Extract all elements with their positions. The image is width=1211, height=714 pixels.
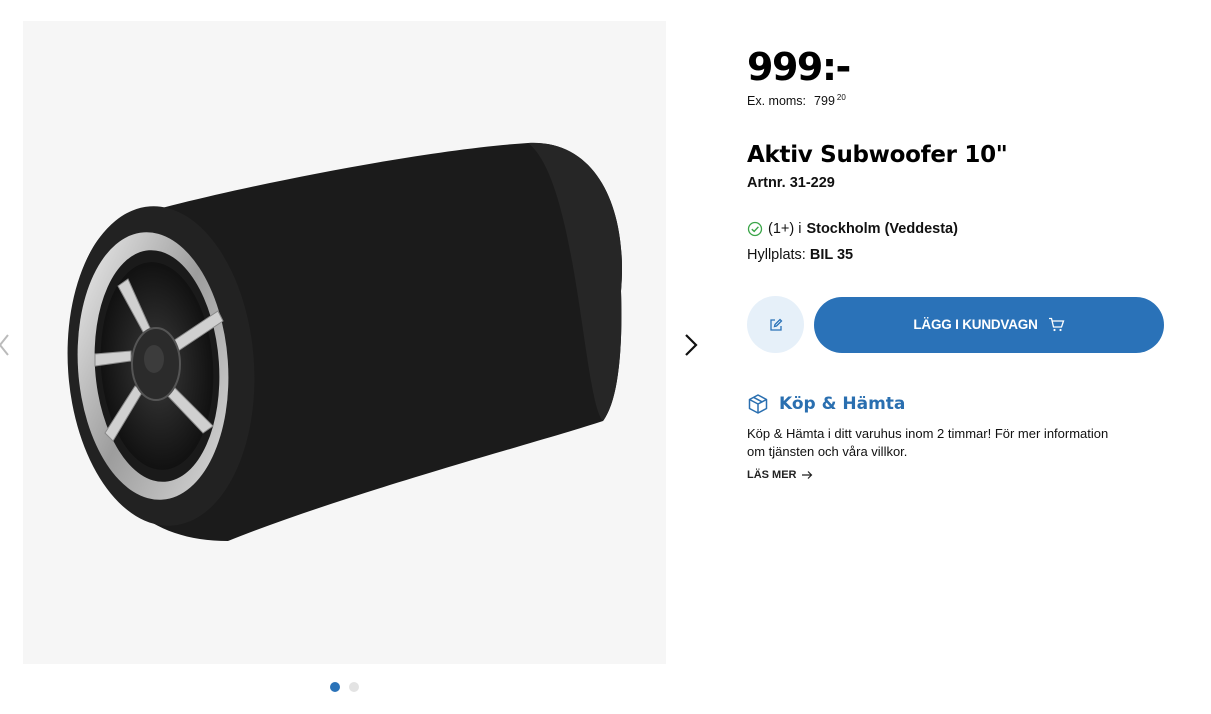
- add-to-cart-label: LÄGG I KUNDVAGN: [913, 317, 1038, 332]
- add-to-cart-button[interactable]: LÄGG I KUNDVAGN: [814, 296, 1164, 353]
- check-circle-icon: [747, 221, 763, 237]
- kop-hamta-description: Köp & Hämta i ditt varuhus inom 2 timmar…: [747, 426, 1109, 459]
- read-more-label: LÄS MER: [747, 469, 797, 481]
- shelf-value: BIL 35: [809, 247, 854, 263]
- product-image[interactable]: [23, 21, 666, 664]
- kop-hamta-title: Köp & Hämta: [779, 394, 906, 414]
- shelf-label: Hyllplats:: [747, 247, 806, 263]
- product-title: Aktiv Subwoofer 10": [747, 142, 1008, 168]
- stock-count: (1+) i: [768, 221, 802, 237]
- price: 999:-: [747, 45, 851, 89]
- shelf-location: Hyllplats: BIL 35: [747, 247, 1187, 263]
- kop-hamta-heading: Köp & Hämta: [747, 393, 1187, 415]
- product-image-gallery: [23, 21, 666, 664]
- ex-moms-label: Ex. moms:: [747, 94, 807, 108]
- add-to-list-button[interactable]: [747, 296, 804, 353]
- gallery-dot-1[interactable]: [330, 682, 340, 692]
- cart-icon: [1048, 317, 1065, 332]
- product-info: 999:- Ex. moms: 799 20 Aktiv Subwoofer 1…: [747, 44, 1187, 483]
- stock-status: (1+) i Stockholm (Veddesta): [747, 221, 1187, 237]
- ex-moms-main: 799: [814, 94, 835, 108]
- store-name[interactable]: Stockholm (Veddesta): [806, 221, 957, 237]
- ex-moms-price: Ex. moms: 799 20: [747, 93, 1187, 108]
- article-number: Artnr. 31-229: [747, 175, 835, 191]
- ex-moms-cents: 20: [836, 93, 846, 102]
- box-icon: [748, 394, 768, 414]
- ex-moms-amount: 799 20: [814, 93, 846, 108]
- product-actions: LÄGG I KUNDVAGN: [747, 296, 1187, 353]
- gallery-dot-2[interactable]: [349, 682, 359, 692]
- pencil-square-icon: [769, 318, 782, 331]
- chevron-left-icon[interactable]: [0, 331, 12, 359]
- read-more-link[interactable]: LÄS MER: [747, 469, 813, 481]
- arrow-right-icon: [801, 471, 812, 479]
- gallery-pagination: [330, 682, 359, 692]
- chevron-right-icon[interactable]: [680, 330, 702, 360]
